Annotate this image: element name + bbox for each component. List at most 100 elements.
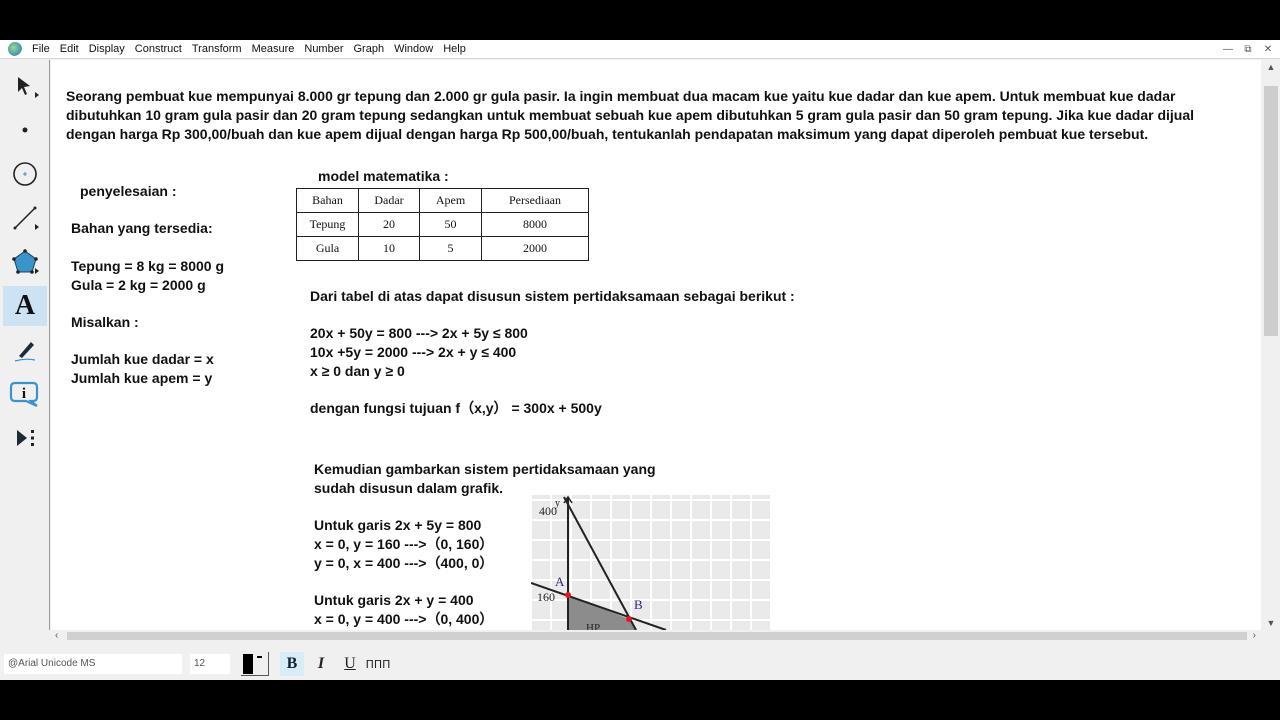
variable-y-text[interactable]: Jumlah kue apem = y (71, 369, 212, 388)
arrow-icon (18, 77, 30, 95)
line2-point1[interactable]: x = 0, y = 400 --->（0, 400） (314, 610, 493, 629)
line1-title[interactable]: Untuk garis 2x + 5y = 800 (314, 516, 481, 535)
system-intro[interactable]: Dari tabel di atas dapat disusun sistem … (310, 287, 795, 306)
available-materials-title[interactable]: Bahan yang tersedia: (71, 219, 213, 238)
model-title[interactable]: model matematika : (318, 167, 449, 186)
inequality-2[interactable]: 10x +5y = 2000 ---> 2x + y ≤ 400 (310, 343, 516, 362)
line1-point1[interactable]: x = 0, y = 160 --->（0, 160） (314, 535, 493, 554)
sketch-canvas[interactable]: Seorang pembuat kue mempunyai 8.000 gr t… (51, 60, 1261, 630)
dropdown-icon (257, 656, 262, 658)
table-cell: Tepung (296, 212, 359, 237)
restore-icon[interactable]: ⧉ (1242, 44, 1254, 55)
svg-text:i: i (22, 386, 26, 402)
table-cell: 10 (358, 236, 420, 261)
table-row: Gula 10 5 2000 (296, 236, 589, 261)
horizontal-scrollbar[interactable]: ‹ › (51, 630, 1262, 642)
table-header: Dadar (358, 188, 420, 213)
compass-tool[interactable] (3, 154, 47, 194)
font-size-select[interactable]: 12 (190, 654, 230, 674)
point-icon (22, 127, 28, 133)
table-cell: 5 (419, 236, 482, 261)
bold-button[interactable]: B (280, 652, 304, 676)
menu-number[interactable]: Number (300, 40, 349, 59)
menu-construct[interactable]: Construct (131, 40, 188, 59)
scroll-down-icon[interactable]: ▼ (1262, 616, 1280, 630)
polygon-tool[interactable] (3, 242, 47, 282)
inequality-1[interactable]: 20x + 50y = 800 ---> 2x + 5y ≤ 800 (310, 324, 528, 343)
point-b-label: B (634, 597, 643, 612)
objective-function[interactable]: dengan fungsi tujuan f（x,y） = 300x + 500… (310, 399, 602, 418)
text-format-toolbar: @Arial Unicode MS 12 B I U ΠΠΠ (0, 646, 1280, 680)
text-tool[interactable]: A (3, 286, 47, 326)
video-letterbox-bottom (0, 680, 1280, 720)
flour-text[interactable]: Tepung = 8 kg = 8000 g (71, 257, 224, 276)
text-tool-icon: A (14, 290, 36, 321)
line2-title[interactable]: Untuk garis 2x + y = 400 (314, 591, 474, 610)
information-icon: i (9, 381, 39, 408)
straightedge-tool[interactable] (3, 198, 47, 238)
text-color-button[interactable] (241, 652, 269, 676)
point-tool[interactable] (3, 110, 47, 150)
minimize-icon[interactable]: — (1222, 44, 1234, 55)
point-a (565, 592, 571, 598)
model-table[interactable]: Bahan Dadar Apem Persediaan Tepung 20 50… (296, 188, 589, 261)
region-label: HP (586, 622, 600, 630)
table-cell: 20 (358, 212, 420, 237)
italic-button[interactable]: I (309, 652, 333, 676)
font-family-select[interactable]: @Arial Unicode MS (4, 654, 182, 674)
color-swatch (243, 654, 253, 674)
tick-label-160: 160 (537, 590, 555, 604)
horizontal-scroll-thumb[interactable] (67, 632, 1247, 640)
custom-tool[interactable] (3, 418, 47, 458)
marker-tool[interactable] (3, 330, 47, 370)
math-format-button[interactable]: ΠΠΠ (366, 652, 391, 676)
submenu-indicator-icon (35, 268, 39, 274)
graph-intro-line2[interactable]: sudah disusun dalam grafik. (314, 479, 503, 498)
inequality-3[interactable]: x ≥ 0 dan y ≥ 0 (310, 362, 405, 381)
sketchpad-window: File Edit Display Construct Transform Me… (0, 40, 1280, 680)
menu-help[interactable]: Help (439, 40, 472, 59)
app-icon[interactable] (8, 42, 22, 56)
sugar-text[interactable]: Gula = 2 kg = 2000 g (71, 276, 206, 295)
let-heading[interactable]: Misalkan : (71, 313, 139, 332)
menu-display[interactable]: Display (85, 40, 131, 59)
table-cell: 50 (419, 212, 482, 237)
menu-window[interactable]: Window (390, 40, 439, 59)
menu-file[interactable]: File (28, 40, 56, 59)
table-cell: 2000 (481, 236, 589, 261)
line1-point2[interactable]: y = 0, x = 400 --->（400, 0） (314, 554, 493, 573)
table-cell: 8000 (481, 212, 589, 237)
tick-label-400: 400 (539, 504, 557, 518)
menu-edit[interactable]: Edit (56, 40, 85, 59)
table-row: Tepung 20 50 8000 (296, 212, 589, 237)
toolbox: A i (0, 60, 50, 630)
submenu-indicator-icon (35, 92, 39, 98)
arrow-tool[interactable] (3, 66, 47, 106)
scroll-left-icon[interactable]: ‹ (55, 630, 58, 642)
scroll-up-icon[interactable]: ▲ (1262, 60, 1280, 74)
information-tool[interactable]: i (3, 374, 47, 414)
point-a-label: A (555, 574, 565, 589)
graph-intro-line1[interactable]: Kemudian gambarkan sistem pertidaksamaan… (314, 460, 656, 479)
menu-transform[interactable]: Transform (188, 40, 248, 59)
table-header-row: Bahan Dadar Apem Persediaan (296, 188, 589, 213)
menu-bar: File Edit Display Construct Transform Me… (0, 40, 1280, 59)
scroll-right-icon[interactable]: › (1253, 630, 1256, 642)
video-letterbox-top (0, 0, 1280, 40)
menu-measure[interactable]: Measure (248, 40, 301, 59)
custom-tools-icon (17, 430, 34, 446)
table-header: Persediaan (481, 188, 589, 213)
variable-x-text[interactable]: Jumlah kue dadar = x (71, 350, 214, 369)
vertical-scrollbar[interactable]: ▲ ▼ (1262, 60, 1280, 630)
marker-icon (14, 342, 36, 362)
problem-statement[interactable]: Seorang pembuat kue mempunyai 8.000 gr t… (66, 87, 1216, 144)
window-controls: — ⧉ ✕ (1222, 40, 1274, 59)
close-icon[interactable]: ✕ (1262, 44, 1274, 55)
underline-button[interactable]: U (338, 652, 362, 676)
graph-image: y 400 160 A B HP (530, 495, 772, 630)
table-cell: Gula (296, 236, 359, 261)
solution-heading[interactable]: penyelesaian : (80, 182, 177, 201)
feasible-region-graph[interactable]: y 400 160 A B HP (530, 495, 772, 630)
menu-graph[interactable]: Graph (350, 40, 391, 59)
vertical-scroll-thumb[interactable] (1264, 86, 1278, 336)
